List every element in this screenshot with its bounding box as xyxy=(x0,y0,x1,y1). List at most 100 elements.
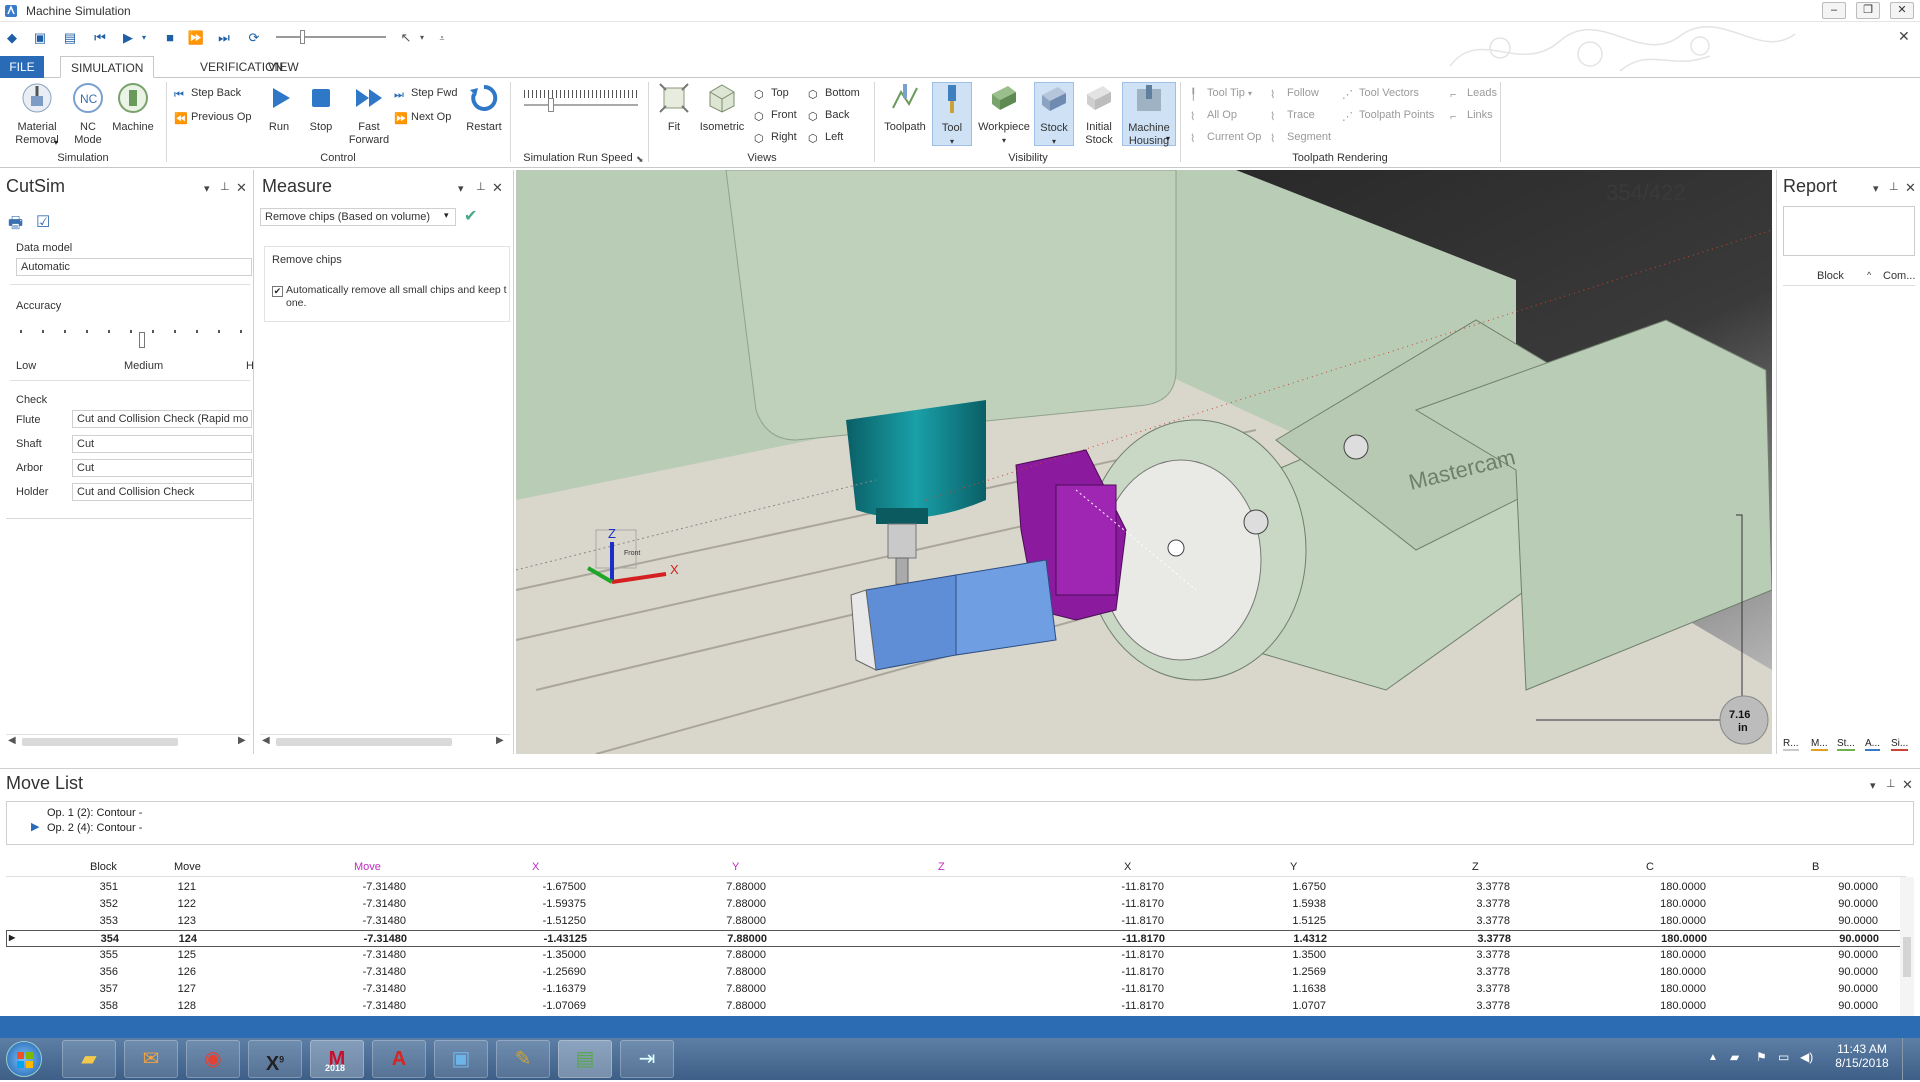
start-button[interactable] xyxy=(6,1041,42,1077)
measure-pin-icon[interactable]: ⊥ xyxy=(476,180,486,193)
taskbar-machine-sim[interactable]: ▤ xyxy=(558,1040,612,1078)
machine-button[interactable]: Machine xyxy=(110,82,156,134)
stock-dropdown-icon[interactable]: ▾ xyxy=(1035,135,1073,148)
taskbar-chrome[interactable]: ◉ xyxy=(186,1040,240,1078)
workpiece-button[interactable]: Workpiece ▾ xyxy=(974,82,1034,147)
cursor-dropdown-icon[interactable]: ▾ xyxy=(416,28,428,48)
col-y-mach[interactable]: Y xyxy=(1290,861,1297,873)
current-op-button[interactable]: ⌇ Current Op xyxy=(1190,128,1261,146)
flag-icon[interactable]: ⚑ xyxy=(1756,1050,1767,1064)
workpiece-dropdown-icon[interactable]: ▾ xyxy=(974,134,1034,147)
scroll-left-icon[interactable]: ◀ xyxy=(8,735,16,746)
arbor-field[interactable]: Cut xyxy=(72,459,252,477)
right-view-button[interactable]: ⬡ Right xyxy=(754,128,797,146)
col-block[interactable]: Block xyxy=(90,861,117,873)
segment-button[interactable]: ⌇ Segment xyxy=(1270,128,1331,146)
machine-housing-dropdown-icon[interactable]: ▾ xyxy=(1166,134,1170,143)
toolpath-points-button[interactable]: ⋰ Toolpath Points xyxy=(1342,106,1434,124)
cutsim-hscrollbar[interactable]: ◀ ▶ xyxy=(6,734,250,748)
trace-button[interactable]: ⌇ Trace xyxy=(1270,106,1315,124)
shaft-field[interactable]: Cut xyxy=(72,435,252,453)
chip-mode-select[interactable]: Remove chips (Based on volume) xyxy=(260,208,456,226)
close-sim-icon[interactable]: ✕ xyxy=(1898,28,1910,45)
col-move[interactable]: Move xyxy=(174,861,201,873)
report-tab-m[interactable]: M... xyxy=(1811,738,1828,751)
stock-toggle-button[interactable]: Stock ▾ xyxy=(1034,82,1074,146)
report-dropdown-icon[interactable]: ▾ xyxy=(1873,182,1879,195)
table-row[interactable]: 357 127 -7.31480 -1.16379 7.88000 -11.8170 1.1… xyxy=(6,981,1906,998)
scroll-right-icon[interactable]: ▶ xyxy=(238,735,246,746)
step-fwd-button[interactable]: ⏭ Step Fwd xyxy=(394,84,457,102)
toolpath-button[interactable]: Toolpath xyxy=(880,82,930,134)
run-speed-thumb[interactable] xyxy=(548,98,554,112)
report-tab-a[interactable]: A... xyxy=(1865,738,1881,751)
links-button[interactable]: ⌐ Links xyxy=(1450,106,1493,124)
col-move-2[interactable]: Move xyxy=(354,861,381,873)
tool-dropdown-icon[interactable]: ▾ xyxy=(933,135,971,148)
scroll-thumb[interactable] xyxy=(22,738,178,746)
skip-end-icon[interactable]: ⏭ xyxy=(214,28,234,48)
follow-button[interactable]: ⌇ Follow xyxy=(1270,84,1319,102)
tray-app-icon[interactable]: ▰ xyxy=(1730,1050,1739,1064)
volume-icon[interactable]: ◀) xyxy=(1800,1050,1813,1064)
report-col-com[interactable]: Com... xyxy=(1883,270,1915,282)
flute-field[interactable]: Cut and Collision Check (Rapid mo xyxy=(72,410,252,428)
taskbar-outlook[interactable]: ✉ xyxy=(124,1040,178,1078)
scroll-thumb[interactable] xyxy=(1903,937,1911,977)
table-row[interactable]: 352 122 -7.31480 -1.59375 7.88000 -11.8170 1.5… xyxy=(6,896,1906,913)
tool-tip-button[interactable]: ╿ Tool Tip ▾ xyxy=(1190,84,1252,102)
col-b[interactable]: B xyxy=(1812,861,1819,873)
tray-clock[interactable]: 11:43 AM 8/15/2018 xyxy=(1832,1042,1892,1070)
stop-icon[interactable]: ■ xyxy=(160,28,180,48)
tab-view[interactable]: VIEW xyxy=(258,56,309,78)
cutsim-close-icon[interactable]: ✕ xyxy=(236,180,247,196)
table-row[interactable]: 351 121 -7.31480 -1.67500 7.88000 -11.8170 1.6… xyxy=(6,879,1906,896)
measure-close-icon[interactable]: ✕ xyxy=(492,180,503,196)
nc-mode-button[interactable]: NC NC Mode xyxy=(70,82,106,147)
table-row[interactable]: 353 123 -7.31480 -1.51250 7.88000 -11.8170 1.5… xyxy=(6,913,1906,930)
move-list-pin-icon[interactable]: ⊥ xyxy=(1886,777,1896,790)
report-close-icon[interactable]: ✕ xyxy=(1905,180,1916,196)
report-tab-st[interactable]: St... xyxy=(1837,738,1855,751)
move-list-close-icon[interactable]: ✕ xyxy=(1902,777,1913,793)
cutsim-print-icon[interactable]: 🖶 xyxy=(8,212,23,239)
cutsim-check-icon[interactable]: ☑ xyxy=(36,212,50,232)
move-list-vscrollbar[interactable] xyxy=(1900,877,1914,1017)
open-icon[interactable]: ▣ xyxy=(30,28,50,48)
tool-toggle-button[interactable]: Tool ▾ xyxy=(932,82,972,146)
measure-dropdown-icon[interactable]: ▾ xyxy=(458,182,464,195)
skip-start-icon[interactable]: ⏮ xyxy=(90,28,110,48)
play-icon[interactable]: ▶ xyxy=(118,28,138,48)
back-view-button[interactable]: ⬡ Back xyxy=(808,106,849,124)
fast-forward-icon[interactable]: ⏩ xyxy=(186,28,206,48)
show-desktop-button[interactable] xyxy=(1902,1038,1918,1080)
taskbar-excel[interactable]: X9 xyxy=(248,1040,302,1078)
taskbar-photos[interactable]: ▣ xyxy=(434,1040,488,1078)
app-menu-icon[interactable]: ◆ xyxy=(2,28,22,48)
previous-op-button[interactable]: ⏪ Previous Op xyxy=(174,108,252,126)
move-list-dropdown-icon[interactable]: ▾ xyxy=(1870,779,1876,792)
report-tab-si[interactable]: Si... xyxy=(1891,738,1909,751)
taskbar-explorer[interactable]: ▰ xyxy=(62,1040,116,1078)
report-pin-icon[interactable]: ⊥ xyxy=(1889,180,1899,193)
scroll-thumb[interactable] xyxy=(276,738,452,746)
fast-forward-button[interactable]: Fast Forward xyxy=(348,82,390,147)
next-op-button[interactable]: ⏩ Next Op xyxy=(394,108,451,126)
top-view-button[interactable]: ⬡ Top xyxy=(754,84,789,102)
leads-button[interactable]: ⌐ Leads xyxy=(1450,84,1497,102)
initial-stock-button[interactable]: Initial Stock xyxy=(1078,82,1120,147)
accuracy-slider-thumb[interactable] xyxy=(139,332,145,348)
measure-hscrollbar[interactable]: ◀ ▶ xyxy=(260,734,510,748)
play-dropdown-icon[interactable]: ▾ xyxy=(138,28,150,48)
cutsim-dropdown-icon[interactable]: ▾ xyxy=(204,182,210,195)
speed-slider-track[interactable] xyxy=(276,36,386,38)
col-x-prog[interactable]: X xyxy=(532,861,539,873)
bottom-view-button[interactable]: ⬡ Bottom xyxy=(808,84,860,102)
op-item[interactable]: Op. 1 (2): Contour - xyxy=(47,807,142,819)
scroll-right-icon[interactable]: ▶ xyxy=(496,735,504,746)
all-op-button[interactable]: ⌇ All Op xyxy=(1190,106,1237,124)
cutsim-pin-icon[interactable]: ⊥ xyxy=(220,180,230,193)
col-y-prog[interactable]: Y xyxy=(732,861,739,873)
front-view-button[interactable]: ⬡ Front xyxy=(754,106,797,124)
material-removal-dropdown-icon[interactable]: ▾ xyxy=(54,138,58,147)
